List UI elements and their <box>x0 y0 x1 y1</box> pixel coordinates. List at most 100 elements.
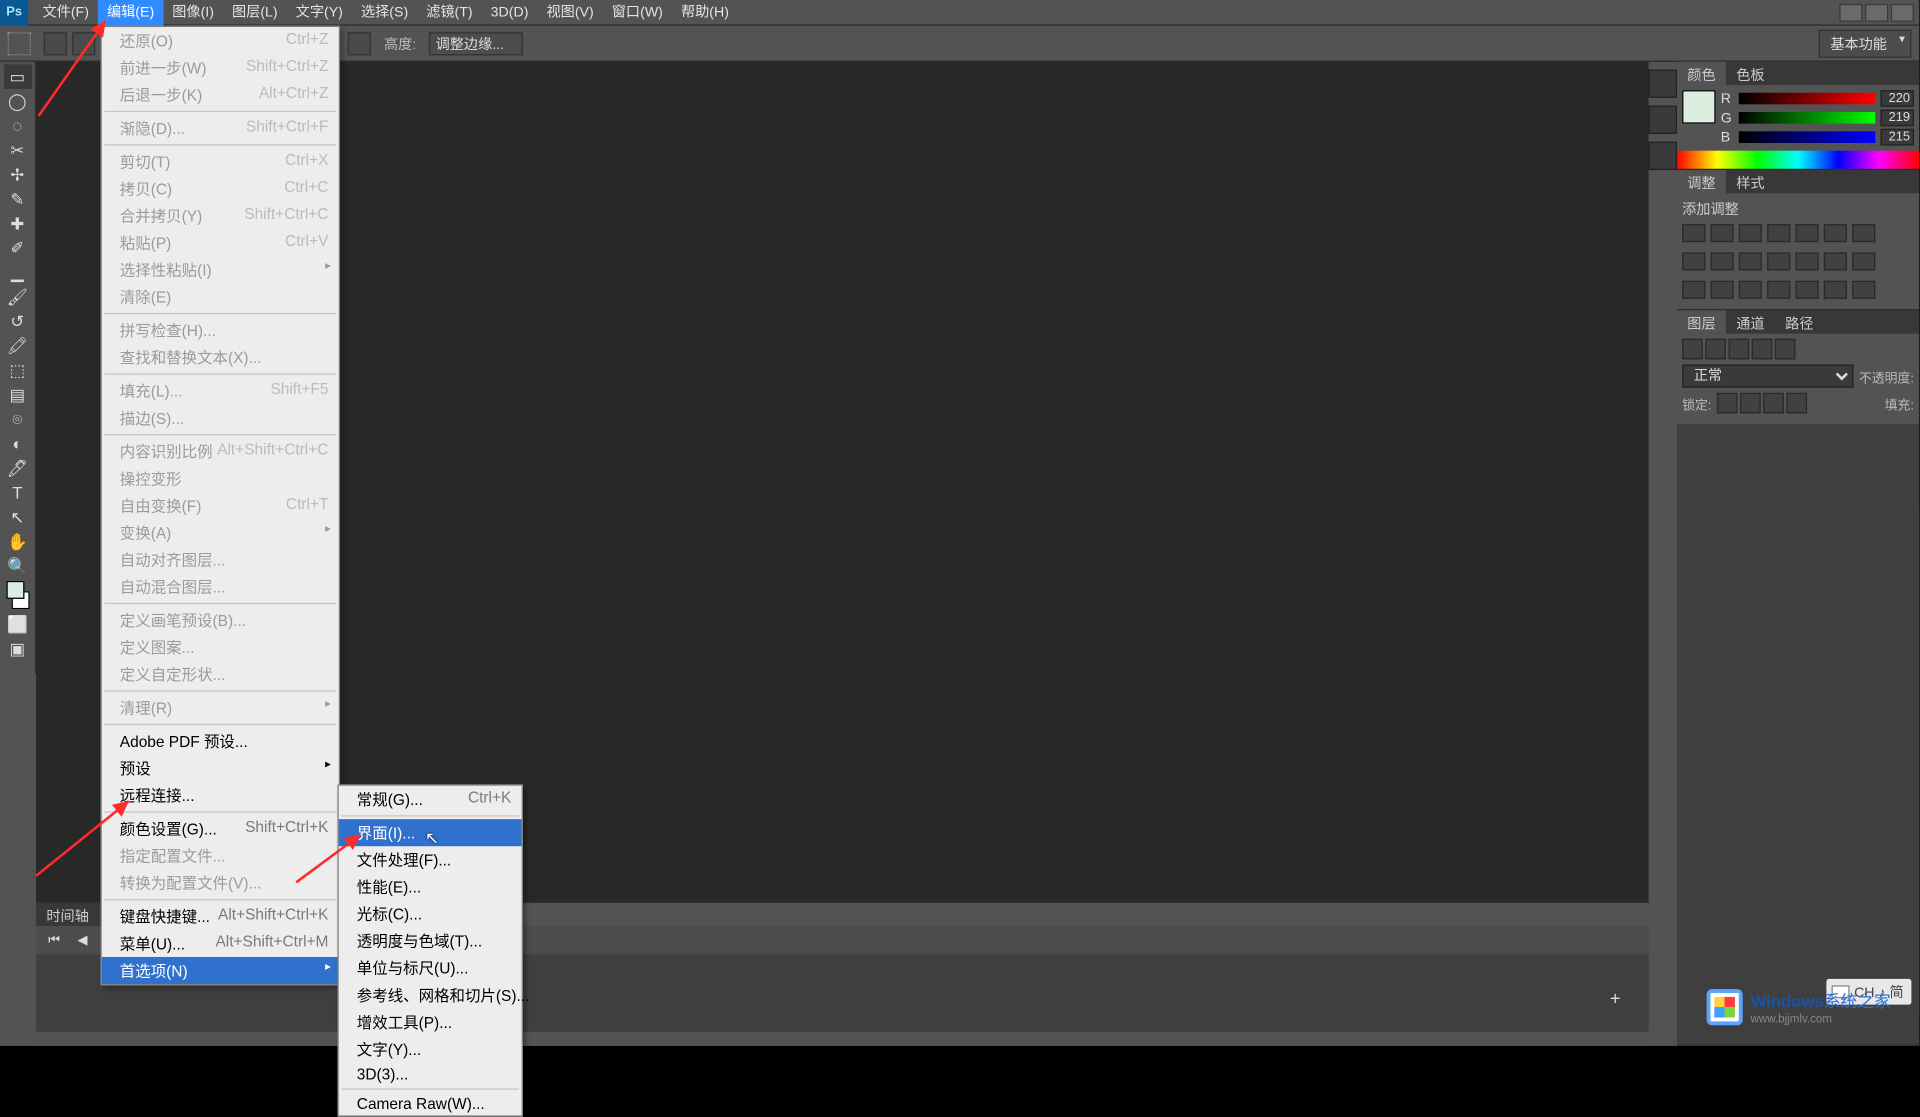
maximize-button[interactable] <box>1865 3 1888 21</box>
tool-14[interactable]: ⌾ <box>3 407 31 431</box>
properties-panel-icon[interactable] <box>1649 106 1677 134</box>
history-panel-icon[interactable] <box>1649 70 1677 98</box>
adjustment-icon[interactable] <box>1767 252 1790 270</box>
adjustment-icon[interactable] <box>1852 224 1875 242</box>
close-button[interactable] <box>1891 3 1914 21</box>
menu-item[interactable]: 远程连接... <box>102 782 339 809</box>
menu-窗口[interactable]: 窗口(W) <box>603 0 672 25</box>
menu-文件[interactable]: 文件(F) <box>33 0 97 25</box>
menu-item[interactable]: Adobe PDF 预设... <box>102 728 339 755</box>
layer-filter-button[interactable] <box>1705 339 1726 360</box>
lock-button[interactable] <box>1763 393 1784 414</box>
adjustment-icon[interactable] <box>1682 281 1705 299</box>
r-value[interactable]: 220 <box>1880 90 1913 107</box>
adjustment-icon[interactable] <box>1710 281 1733 299</box>
adjustment-icon[interactable] <box>1767 224 1790 242</box>
menu-帮助[interactable]: 帮助(H) <box>672 0 738 25</box>
tool-23[interactable]: ▣ <box>3 636 31 660</box>
menu-item[interactable]: 3D(3)... <box>339 1063 522 1086</box>
selection-add-button[interactable] <box>72 32 95 55</box>
tool-4[interactable]: ✢ <box>3 162 31 186</box>
adjustment-icon[interactable] <box>1795 281 1818 299</box>
tool-7[interactable]: ✐ <box>3 236 31 260</box>
foreground-color-swatch[interactable] <box>1682 90 1715 123</box>
menu-图像[interactable]: 图像(I) <box>163 0 223 25</box>
tool-3[interactable]: ✂ <box>3 138 31 162</box>
tool-20[interactable]: 🔍 <box>3 554 31 578</box>
swap-dim-button[interactable] <box>348 32 371 55</box>
menu-item[interactable]: 光标(C)... <box>339 900 522 927</box>
adjustment-icon[interactable] <box>1824 252 1847 270</box>
tool-19[interactable]: ✋ <box>3 529 31 553</box>
refine-edge-button[interactable]: 调整边缘... <box>429 32 523 55</box>
selection-new-button[interactable] <box>44 32 67 55</box>
menu-item[interactable]: 文件处理(F)... <box>339 846 522 873</box>
menu-item[interactable]: 颜色设置(G)...Shift+Ctrl+K <box>102 815 339 842</box>
menu-item[interactable]: 预设 <box>102 755 339 782</box>
adjustment-icon[interactable] <box>1739 252 1762 270</box>
prev-frame-button[interactable]: ◀ <box>72 931 93 949</box>
tool-9[interactable]: 🖌 <box>3 285 31 309</box>
tool-6[interactable]: ✚ <box>3 211 31 235</box>
layer-filter-button[interactable] <box>1682 339 1703 360</box>
menu-item[interactable]: 键盘快捷键...Alt+Shift+Ctrl+K <box>102 903 339 930</box>
b-slider[interactable] <box>1739 131 1876 143</box>
menu-item[interactable]: 单位与标尺(U)... <box>339 954 522 981</box>
tool-0[interactable]: ▭ <box>3 64 31 88</box>
adjustment-icon[interactable] <box>1710 252 1733 270</box>
adjustment-icon[interactable] <box>1739 224 1762 242</box>
layer-filter-button[interactable] <box>1728 339 1749 360</box>
tool-10[interactable]: ↺ <box>3 309 31 333</box>
tool-8[interactable]: ▁ <box>3 260 31 284</box>
menu-item[interactable]: 参考线、网格和切片(S)... <box>339 981 522 1008</box>
menu-item[interactable]: 性能(E)... <box>339 873 522 900</box>
adjustment-icon[interactable] <box>1682 252 1705 270</box>
tab-channels[interactable]: 通道 <box>1726 310 1775 333</box>
tool-17[interactable]: T <box>3 480 31 504</box>
tool-11[interactable]: 🖍 <box>3 334 31 358</box>
tool-preset-icon[interactable] <box>8 32 31 55</box>
tab-swatches[interactable]: 色板 <box>1726 62 1775 85</box>
menu-编辑[interactable]: 编辑(E) <box>98 0 163 25</box>
tab-color[interactable]: 颜色 <box>1677 62 1726 85</box>
tool-16[interactable]: 🖊 <box>3 456 31 480</box>
adjustment-icon[interactable] <box>1739 281 1762 299</box>
menu-文字[interactable]: 文字(Y) <box>287 0 352 25</box>
tab-layers[interactable]: 图层 <box>1677 310 1726 333</box>
g-value[interactable]: 219 <box>1880 109 1913 126</box>
adjustment-icon[interactable] <box>1795 224 1818 242</box>
adjustment-icon[interactable] <box>1852 281 1875 299</box>
menu-item[interactable]: Camera Raw(W)... <box>339 1092 522 1115</box>
adjustment-icon[interactable] <box>1824 224 1847 242</box>
add-media-button[interactable]: + <box>1610 988 1628 1006</box>
lock-button[interactable] <box>1717 393 1738 414</box>
tool-22[interactable]: ⬜ <box>3 612 31 636</box>
tab-styles[interactable]: 样式 <box>1726 170 1775 193</box>
menu-item[interactable]: 首选项(N) <box>102 957 339 984</box>
menu-图层[interactable]: 图层(L) <box>223 0 287 25</box>
lock-button[interactable] <box>1786 393 1807 414</box>
layers-list[interactable] <box>1677 424 1919 1045</box>
adjustment-icon[interactable] <box>1795 252 1818 270</box>
r-slider[interactable] <box>1739 93 1876 105</box>
menu-3d[interactable]: 3D(D) <box>482 0 538 25</box>
menu-item[interactable]: 增效工具(P)... <box>339 1009 522 1036</box>
adjustment-icon[interactable] <box>1710 224 1733 242</box>
color-spectrum[interactable] <box>1677 151 1919 169</box>
menu-item[interactable]: 文字(Y)... <box>339 1036 522 1063</box>
blend-mode-select[interactable]: 正常 <box>1682 365 1854 388</box>
lock-button[interactable] <box>1740 393 1761 414</box>
minimize-button[interactable] <box>1839 3 1862 21</box>
b-value[interactable]: 215 <box>1880 129 1913 146</box>
menu-item[interactable]: 透明度与色域(T)... <box>339 927 522 954</box>
menu-item[interactable]: 菜单(U)...Alt+Shift+Ctrl+M <box>102 930 339 957</box>
tool-12[interactable]: ⬚ <box>3 358 31 382</box>
adjustment-icon[interactable] <box>1682 224 1705 242</box>
workspace-switcher[interactable]: 基本功能 <box>1819 29 1912 57</box>
character-panel-icon[interactable] <box>1649 142 1677 170</box>
menu-视图[interactable]: 视图(V) <box>537 0 602 25</box>
tool-5[interactable]: ✎ <box>3 187 31 211</box>
tab-adjustments[interactable]: 调整 <box>1677 170 1726 193</box>
layer-filter-button[interactable] <box>1775 339 1796 360</box>
g-slider[interactable] <box>1739 112 1876 124</box>
